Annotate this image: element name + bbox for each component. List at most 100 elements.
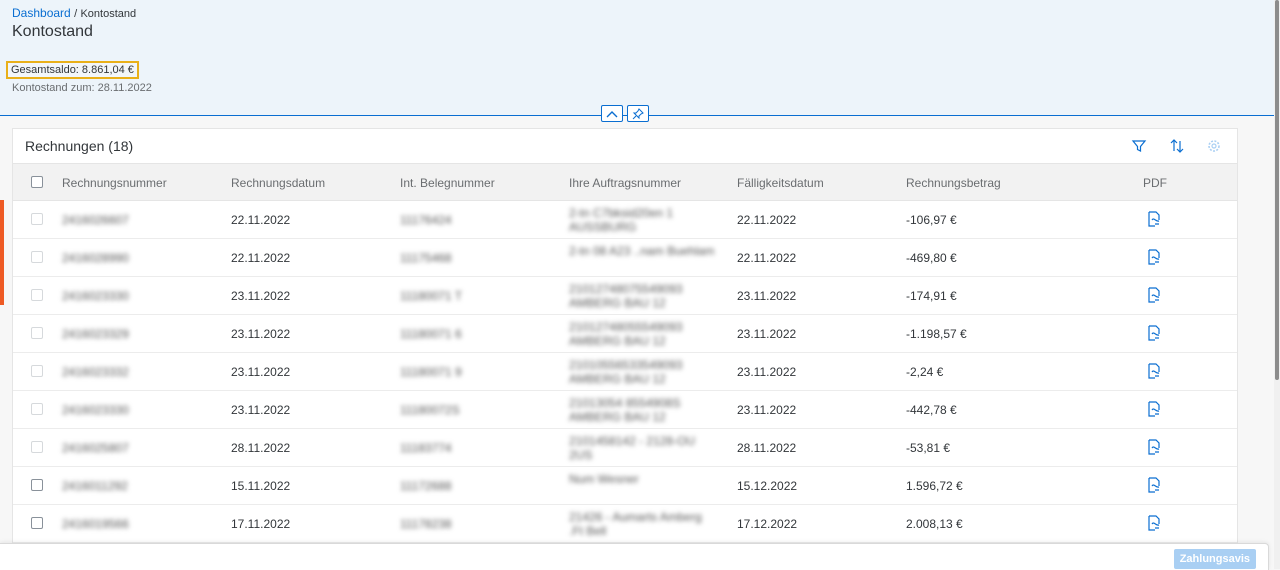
invoice-amount: 1.596,72 €	[906, 479, 963, 493]
table-row[interactable]: 2416028990 22.11.2022 11175468 2-tn 08 A23 …	[13, 239, 1237, 277]
order-number: 21012748075549093 AMBERG BAU 12	[569, 282, 683, 310]
col-faelligkeitsdatum[interactable]: Fälligkeitsdatum	[737, 176, 824, 190]
invoice-date: 23.11.2022	[231, 403, 291, 417]
col-auftragsnummer[interactable]: Ihre Auftragsnummer	[569, 176, 681, 190]
internal-document-number: 11180072S	[400, 403, 460, 417]
row-checkbox	[31, 251, 43, 263]
due-date: 22.11.2022	[737, 213, 797, 227]
col-rechnungsdatum[interactable]: Rechnungsdatum	[231, 176, 325, 190]
due-date: 28.11.2022	[737, 441, 797, 455]
footer-bar: Zahlungsavis	[0, 543, 1269, 570]
pdf-icon[interactable]	[1146, 363, 1162, 379]
pdf-icon[interactable]	[1146, 401, 1162, 417]
table-row[interactable]: 2416025807 28.11.2022 11183774 2101458142 -…	[13, 429, 1237, 467]
pdf-icon[interactable]	[1146, 325, 1162, 341]
due-date: 15.12.2022	[737, 479, 798, 493]
invoice-number: 2416023329	[62, 327, 129, 341]
invoice-table: Rechnungen (18) Rechnungsnummer Rechnung…	[12, 128, 1238, 569]
table-row[interactable]: 2416019566 17.11.2022 11178238 21426 - Auma…	[13, 505, 1237, 543]
invoice-amount: -469,80 €	[906, 251, 957, 265]
invoice-date: 23.11.2022	[231, 327, 291, 341]
breadcrumb-dashboard-link[interactable]: Dashboard	[12, 6, 71, 20]
due-date: 17.12.2022	[737, 517, 798, 531]
row-status-marker	[0, 200, 4, 305]
due-date: 23.11.2022	[737, 365, 797, 379]
table-row[interactable]: 2416023332 23.11.2022 11180071 9 2101055653…	[13, 353, 1237, 391]
pdf-icon[interactable]	[1146, 515, 1162, 531]
table-row[interactable]: 2416011292 15.11.2022 11172688 Num Wesner 15…	[13, 467, 1237, 505]
order-number: 21012748055549093 AMBERG BAU 12	[569, 320, 683, 348]
row-checkbox	[31, 213, 43, 225]
table-row[interactable]: 2416023329 23.11.2022 11180071 6 2101274805…	[13, 315, 1237, 353]
sort-icon[interactable]	[1169, 138, 1185, 154]
invoice-amount: -106,97 €	[906, 213, 957, 227]
internal-document-number: 11176424	[400, 213, 452, 227]
pdf-icon[interactable]	[1146, 287, 1162, 303]
invoice-amount: 2.008,13 €	[906, 517, 963, 531]
pdf-icon[interactable]	[1146, 439, 1162, 455]
internal-document-number: 11183774	[400, 441, 452, 455]
row-checkbox	[31, 327, 43, 339]
internal-document-number: 11180071 T	[400, 289, 463, 303]
invoice-amount: -174,91 €	[906, 289, 957, 303]
invoice-number: 2416026607	[62, 213, 129, 227]
table-row[interactable]: 2416023330 23.11.2022 11180072S 21013054 85…	[13, 391, 1237, 429]
pin-header-icon	[632, 107, 644, 119]
internal-document-number: 11180071 9	[400, 365, 462, 379]
invoice-date: 17.11.2022	[231, 517, 291, 531]
col-rechnungsbetrag[interactable]: Rechnungsbetrag	[906, 176, 1001, 190]
pdf-icon[interactable]	[1146, 249, 1162, 265]
collapse-header-button[interactable]	[601, 105, 623, 122]
invoice-date: 23.11.2022	[231, 365, 291, 379]
filter-icon[interactable]	[1131, 138, 1147, 154]
pin-header-button[interactable]	[627, 105, 649, 122]
table-body: 2416026607 22.11.2022 11176424 2-tn C7bksid…	[13, 201, 1237, 568]
invoice-date: 22.11.2022	[231, 213, 291, 227]
invoice-date: 28.11.2022	[231, 441, 291, 455]
invoice-number: 2416023332	[62, 365, 129, 379]
table-toolbar: Rechnungen (18)	[13, 129, 1237, 164]
internal-document-number: 11180071 6	[400, 327, 462, 341]
row-checkbox	[31, 441, 43, 453]
internal-document-number: 11178238	[400, 517, 452, 531]
collapse-header-icon	[606, 110, 618, 117]
table-row[interactable]: 2416023330 23.11.2022 11180071 T 2101274807…	[13, 277, 1237, 315]
col-belegnummer[interactable]: Int. Belegnummer	[400, 176, 495, 190]
due-date: 23.11.2022	[737, 327, 797, 341]
row-checkbox[interactable]	[31, 517, 43, 529]
pdf-icon[interactable]	[1146, 211, 1162, 227]
breadcrumb-separator: /	[74, 8, 78, 20]
page-scrollbar[interactable]	[1274, 0, 1280, 569]
order-number: 21010556533549093 AMBERG BAU 12	[569, 358, 683, 386]
page-title: Kontostand	[12, 23, 93, 40]
internal-document-number: 11175468	[400, 251, 452, 265]
invoice-amount: -1.198,57 €	[906, 327, 967, 341]
col-pdf: PDF	[1143, 176, 1167, 190]
settings-icon[interactable]	[1206, 138, 1222, 154]
row-checkbox	[31, 365, 43, 377]
col-rechnungsnummer[interactable]: Rechnungsnummer	[62, 176, 167, 190]
invoice-number: 2416028990	[62, 251, 129, 265]
order-number: 21426 - Aumarts Amberg .Ft Bell	[569, 510, 702, 538]
invoice-number: 2416011292	[62, 479, 128, 493]
page-header: Dashboard / Kontostand Kontostand Gesamt…	[0, 0, 1274, 116]
total-balance: Gesamtsaldo: 8.861,04 €	[6, 61, 139, 79]
row-checkbox	[31, 403, 43, 415]
order-number: 2-tn C7bksid20en 1 AUSSBURG	[569, 206, 674, 234]
invoice-amount: -53,81 €	[906, 441, 951, 455]
row-checkbox	[31, 289, 43, 301]
invoice-date: 23.11.2022	[231, 289, 291, 303]
table-row[interactable]: 2416026607 22.11.2022 11176424 2-tn C7bksid…	[13, 201, 1237, 239]
pdf-icon[interactable]	[1146, 477, 1162, 493]
row-checkbox[interactable]	[31, 479, 43, 491]
order-number: 2101458142 - 2128-OU 2US	[569, 434, 696, 462]
invoice-number: 2416025807	[62, 441, 129, 455]
invoice-number: 2416023330	[62, 289, 129, 303]
invoice-amount: -442,78 €	[906, 403, 957, 417]
invoice-date: 22.11.2022	[231, 251, 291, 265]
zahlungsavis-button[interactable]: Zahlungsavis	[1173, 549, 1256, 569]
scrollbar-thumb[interactable]	[1275, 0, 1279, 380]
select-all-checkbox[interactable]	[31, 176, 43, 188]
due-date: 22.11.2022	[737, 251, 797, 265]
order-number: 2-tn 08 A23 ..nam Buehlam	[569, 244, 715, 258]
